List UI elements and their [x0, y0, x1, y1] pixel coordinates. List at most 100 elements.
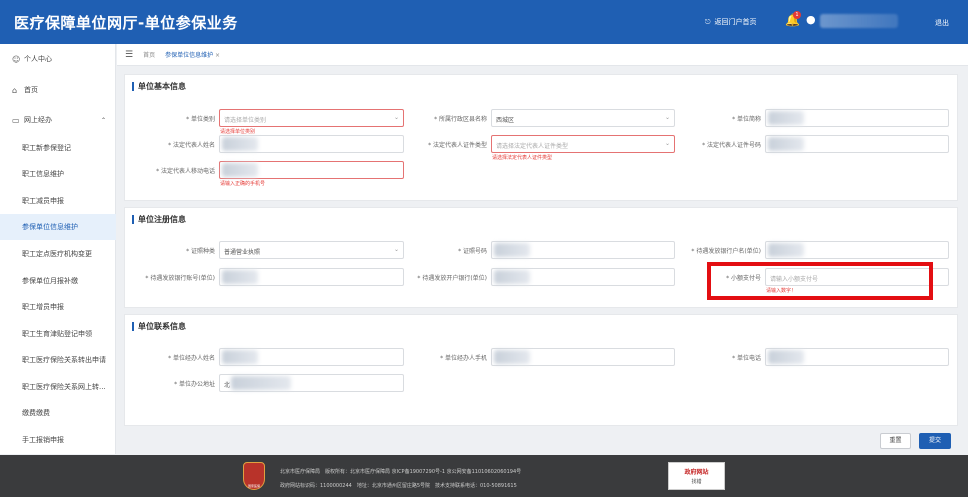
- sidebar-item[interactable]: 职工定点医疗机构变更: [0, 241, 116, 267]
- chevron-down-icon: ⌄: [664, 140, 670, 147]
- sidebar-item-label: 职工增员申报: [22, 303, 64, 311]
- cert-number-field[interactable]: * 证照号码: [458, 241, 675, 259]
- field-label: * 单位经办人手机: [440, 355, 487, 362]
- sidebar-item-online-handling[interactable]: ▭ 网上经办 ⌃: [0, 107, 116, 133]
- sidebar-item-label: 职工信息维护: [22, 170, 64, 178]
- folder-icon: ▭: [12, 115, 20, 125]
- field-label: * 单位经办人姓名: [168, 355, 215, 362]
- sidebar: ☺ 个人中心 ⌂ 首页 ▭ 网上经办 ⌃ 职工新参保登记 职工信息维护 职工减员…: [0, 44, 116, 454]
- sidebar-item-label: 网上经办: [24, 116, 52, 124]
- portal-home-label: 返回门户首页: [714, 18, 757, 26]
- blurred-value: [231, 376, 291, 390]
- contact-info-card: 单位联系信息 * 单位经办人姓名 * 单位经办人手机 * 单位电话 * 单位办公…: [124, 314, 958, 426]
- submit-button[interactable]: 提交: [919, 433, 951, 449]
- user-icon[interactable]: ●: [806, 13, 816, 26]
- gov-site-sub: 找错: [691, 479, 702, 485]
- unit-type-select[interactable]: * 单位类别 请选择单位类别 ⌄ 请选择单位类别: [186, 109, 404, 135]
- unit-phone-field[interactable]: * 单位电话: [732, 348, 949, 366]
- legal-rep-phone-field[interactable]: * 法定代表人移动电话 请输入正确的手机号: [156, 161, 404, 187]
- footer-address: 政府网站标识码：1100000244 地址：北京市通州区留庄路5号院 技术支持联…: [280, 483, 517, 489]
- blurred-value: [768, 243, 804, 257]
- footer-copyright: 北京市医疗保障局 版权所有：北京市医疗保障局 京ICP备19007290号-1 …: [280, 469, 522, 475]
- field-label: * 单位电话: [732, 355, 761, 362]
- sidebar-item-label: 职工医疗保险关系网上转...: [22, 383, 106, 391]
- chevron-down-icon: ⌄: [664, 114, 670, 121]
- blurred-value: [222, 270, 258, 284]
- gov-site-error-report-link[interactable]: 政府网站 找错: [668, 462, 725, 490]
- field-label: * 单位类别: [186, 116, 215, 123]
- unit-type-value: 请选择单位类别: [219, 109, 404, 127]
- portal-home-link[interactable]: ⎋ 返回门户首页: [705, 17, 757, 27]
- agent-name-field[interactable]: * 单位经办人姓名: [168, 348, 404, 366]
- sidebar-item[interactable]: 缴费缴费: [0, 400, 116, 426]
- reset-button[interactable]: 重置: [880, 433, 911, 449]
- district-value: 西城区: [491, 109, 675, 127]
- blurred-value: [222, 137, 258, 151]
- blurred-value: [494, 243, 530, 257]
- legal-rep-id-number-field[interactable]: * 法定代表人证件号码: [702, 135, 949, 153]
- bank-account-name-field[interactable]: * 待遇发放银行户名(单位): [691, 241, 949, 259]
- close-icon[interactable]: ×: [215, 52, 220, 59]
- unit-short-name-field[interactable]: * 单位简称: [732, 109, 949, 127]
- sidebar-item[interactable]: 职工减员申报: [0, 188, 116, 214]
- office-address-field[interactable]: * 单位办公地址 北: [174, 374, 404, 392]
- bank-account-number-field[interactable]: * 待遇发放银行账号(单位): [145, 268, 404, 286]
- chevron-up-icon: ⌃: [100, 116, 106, 124]
- blurred-value: [768, 137, 804, 151]
- sidebar-item[interactable]: 职工信息维护: [0, 161, 116, 187]
- field-label: * 证照号码: [458, 248, 487, 255]
- sidebar-item-active[interactable]: 参保单位信息维护: [0, 214, 116, 240]
- home-icon: ⌂: [12, 85, 18, 95]
- cert-type-select[interactable]: * 证照种类 普通营业执照 ⌄: [186, 241, 404, 259]
- field-label: * 单位办公地址: [174, 381, 215, 388]
- legal-rep-phone-error: 请输入正确的手机号: [220, 181, 266, 187]
- sidebar-item-personal-center[interactable]: ☺ 个人中心: [0, 46, 116, 72]
- district-select[interactable]: * 所属行政区县名称 西城区 ⌄: [434, 109, 675, 127]
- sidebar-item-label: 职工定点医疗机构变更: [22, 250, 92, 258]
- chevron-down-icon: ⌄: [393, 246, 399, 253]
- sidebar-item[interactable]: 职工增员申报: [0, 294, 116, 320]
- blurred-value: [768, 350, 804, 364]
- user-icon: ☺: [12, 54, 21, 64]
- tab-current-label: 参保单位信息维护: [165, 52, 214, 59]
- unit-type-error: 请选择单位类别: [220, 129, 256, 135]
- tab-current[interactable]: 参保单位信息维护 ×: [165, 50, 220, 59]
- sidebar-item-label: 个人中心: [24, 55, 52, 63]
- logout-button[interactable]: 退出: [935, 18, 949, 28]
- sidebar-item-label: 参保单位月报补缴: [22, 277, 78, 285]
- emblem-label: 国家医保: [247, 484, 260, 488]
- bank-branch-field[interactable]: * 待遇发放开户银行(单位): [417, 268, 675, 286]
- field-label: * 待遇发放银行账号(单位): [145, 275, 215, 282]
- field-label: * 法定代表人姓名: [168, 142, 215, 149]
- cert-type-value: 普通营业执照: [219, 241, 404, 259]
- sidebar-item[interactable]: 参保单位月报补缴: [0, 268, 116, 294]
- legal-rep-id-type-select[interactable]: * 法定代表人证件类型 请选择法定代表人证件类型 ⌄ 请选择法定代表人证件类型: [428, 135, 675, 161]
- legal-rep-name-field[interactable]: * 法定代表人姓名: [168, 135, 404, 153]
- gov-site-title: 政府网站: [684, 469, 709, 476]
- field-label: * 法定代表人移动电话: [156, 168, 215, 175]
- chevron-down-icon: ⌄: [393, 114, 399, 121]
- field-label: * 法定代表人证件类型: [428, 142, 487, 149]
- section-title: 单位注册信息: [132, 215, 186, 224]
- sidebar-item-label: 职工生育津贴登记申领: [22, 330, 92, 338]
- user-name-blurred: [820, 14, 898, 28]
- blurred-value: [768, 111, 804, 125]
- notification-badge: 1: [793, 11, 801, 19]
- top-bar: 医疗保障单位网厅-单位参保业务 ⎋ 返回门户首页 🔔 1 ● 退出: [0, 0, 968, 44]
- field-label: * 待遇发放开户银行(单位): [417, 275, 487, 282]
- blurred-value: [222, 163, 258, 177]
- sidebar-item-label: 首页: [24, 86, 38, 94]
- sidebar-item-home[interactable]: ⌂ 首页: [0, 77, 116, 103]
- sidebar-item[interactable]: 职工新参保登记: [0, 135, 116, 161]
- sidebar-item[interactable]: 职工医疗保险关系转出申请: [0, 347, 116, 373]
- breadcrumb-home[interactable]: 首页: [143, 50, 155, 59]
- field-label: * 所属行政区县名称: [434, 116, 487, 123]
- sidebar-item[interactable]: 职工医疗保险关系网上转...: [0, 374, 116, 400]
- sidebar-item-label: 职工新参保登记: [22, 144, 71, 152]
- blurred-value: [494, 350, 530, 364]
- sidebar-item[interactable]: 手工报销申报: [0, 427, 116, 453]
- menu-toggle-icon[interactable]: ☰: [125, 50, 133, 60]
- agent-mobile-field[interactable]: * 单位经办人手机: [440, 348, 675, 366]
- legal-rep-id-type-value: 请选择法定代表人证件类型: [491, 135, 675, 153]
- sidebar-item[interactable]: 职工生育津贴登记申领: [0, 321, 116, 347]
